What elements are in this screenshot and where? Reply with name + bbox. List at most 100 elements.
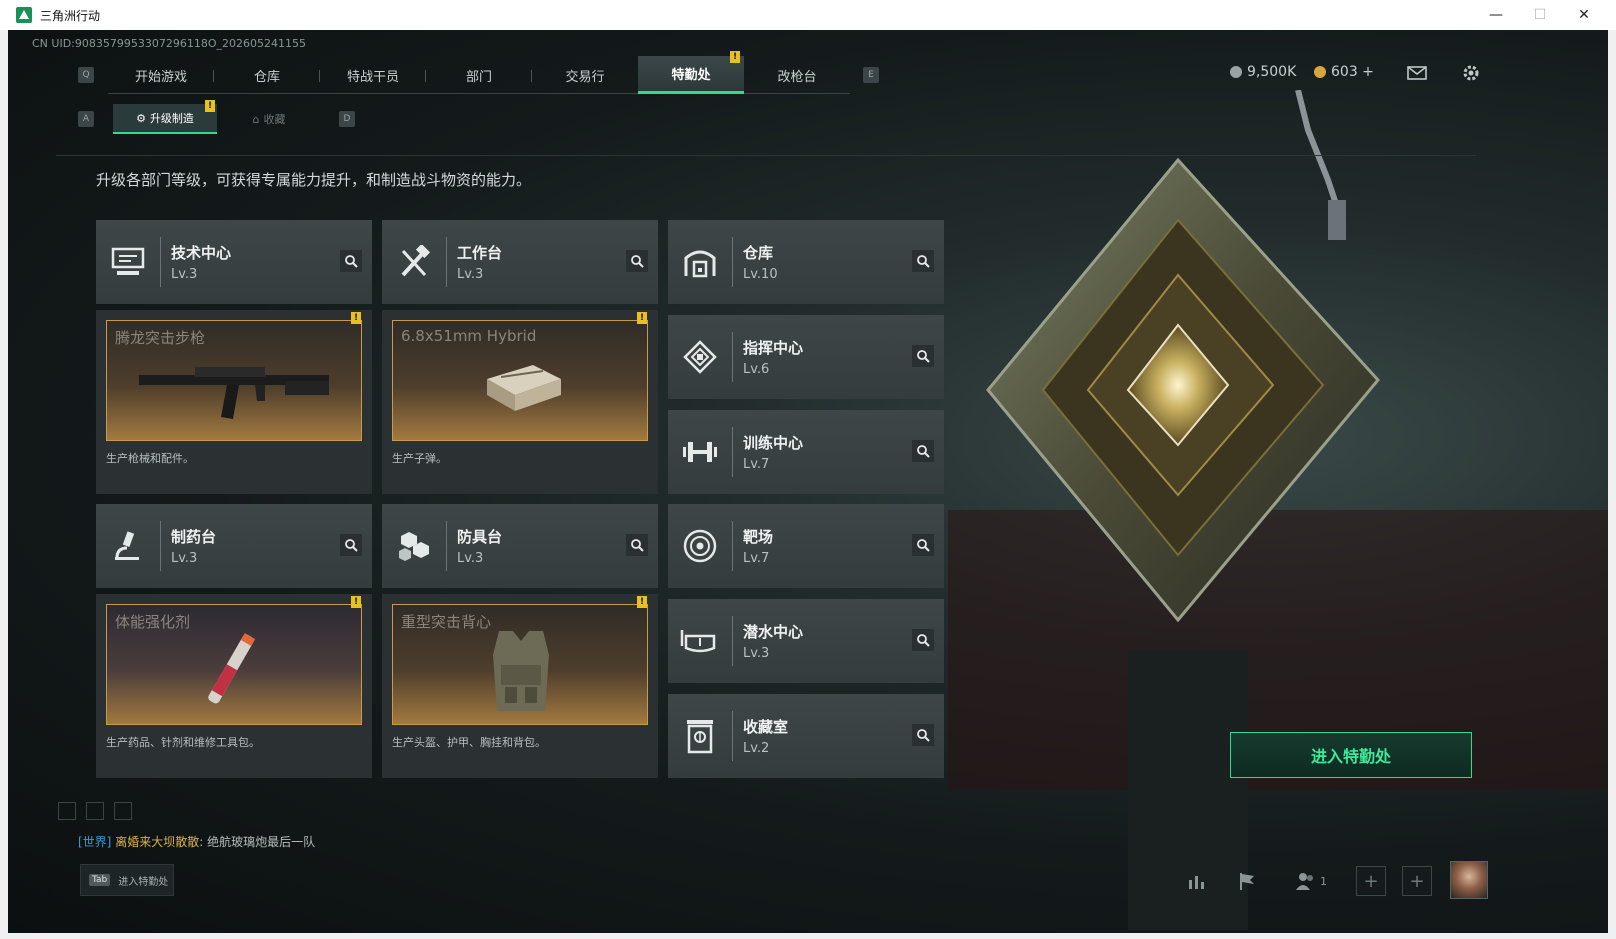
subtab-collection[interactable]: ⌂ 收藏 [217, 104, 321, 134]
quick-slot[interactable] [86, 802, 104, 820]
close-button[interactable]: ✕ [1562, 0, 1606, 30]
tab-trading[interactable]: 交易行 [532, 56, 638, 94]
computer-icon [96, 220, 160, 304]
tab-warehouse[interactable]: 仓库 [214, 56, 320, 94]
team-icon [1296, 873, 1313, 890]
dept-name: 指挥中心 [743, 339, 804, 357]
dept-level: Lv.7 [743, 457, 770, 472]
minimize-button[interactable]: — [1474, 0, 1518, 30]
tab-shortcut-hint[interactable]: Tab 进入特勤处 [80, 864, 174, 896]
magnifier-icon[interactable] [912, 534, 934, 556]
dept-level: Lv.3 [171, 267, 198, 282]
dept-card-command-center[interactable]: 指挥中心 Lv.6 [668, 315, 944, 399]
item-name: 重型突击背心 [401, 613, 492, 631]
maximize-button[interactable]: ☐ [1518, 0, 1562, 30]
subnav-prev-key[interactable]: A [78, 111, 94, 127]
item-slot[interactable]: 重型突击背心 [392, 604, 648, 725]
flag-icon[interactable] [1232, 866, 1262, 896]
item-alert-badge: ! [637, 596, 647, 608]
tab-operators[interactable]: 特战干员 [320, 56, 426, 94]
item-slot[interactable]: 腾龙突击步枪 [106, 320, 362, 441]
special-ops-alert-badge: ! [730, 51, 740, 63]
diving-mask-icon [668, 599, 732, 683]
magnifier-icon[interactable] [912, 440, 934, 462]
gold-currency[interactable]: 603 + [1314, 64, 1374, 80]
tab-special-ops[interactable]: 特勤处 [638, 56, 744, 94]
item-slot[interactable]: 体能强化剂 [106, 604, 362, 725]
production-panel-ammo[interactable]: 6.8x51mm Hybrid ! 生产子弹。 [382, 310, 658, 494]
production-desc: 生产头盔、护甲、胸挂和背包。 [392, 736, 546, 749]
item-slot[interactable]: 6.8x51mm Hybrid [392, 320, 648, 441]
microscope-icon [96, 504, 160, 588]
chat-line[interactable]: [世界] 离婚来大坝散散: 绝航玻璃炮最后一队 [78, 833, 315, 850]
quick-slot[interactable] [114, 802, 132, 820]
nav-next-key[interactable]: E [863, 67, 879, 83]
magnifier-icon[interactable] [912, 345, 934, 367]
dept-card-tech-center[interactable]: 技术中心 Lv.3 [96, 220, 372, 304]
dept-level: Lv.6 [743, 362, 770, 377]
upgrade-alert-badge: ! [205, 100, 215, 112]
dept-name: 制药台 [171, 528, 217, 546]
dept-level: Lv.7 [743, 551, 770, 566]
production-desc: 生产枪械和配件。 [106, 452, 194, 465]
tab-gunsmith[interactable]: 改枪台 [744, 56, 850, 94]
item-name: 腾龙突击步枪 [115, 329, 206, 347]
add-teammate-button[interactable]: + [1402, 866, 1432, 896]
silver-coin-icon [1230, 66, 1242, 78]
production-desc: 生产子弹。 [392, 452, 447, 465]
tab-department[interactable]: 部门 [426, 56, 532, 94]
magnifier-icon[interactable] [626, 534, 648, 556]
add-teammate-button[interactable]: + [1356, 866, 1386, 896]
silver-currency: 9,500K [1230, 64, 1296, 80]
quick-slot[interactable] [58, 802, 76, 820]
magnifier-icon[interactable] [340, 534, 362, 556]
subnav-next-key[interactable]: D [339, 111, 355, 127]
plus-icon: + [1363, 870, 1379, 892]
card-divider [732, 521, 733, 571]
mail-icon[interactable] [1404, 60, 1430, 86]
magnifier-icon[interactable] [626, 250, 648, 272]
settings-gear-icon[interactable] [1458, 60, 1484, 86]
player-avatar[interactable] [1450, 861, 1488, 899]
magnifier-icon[interactable] [912, 629, 934, 651]
chat-user[interactable]: 离婚来大坝散散 [115, 835, 199, 849]
dept-card-diving-center[interactable]: 潜水中心 Lv.3 [668, 599, 944, 683]
production-panel-medicine[interactable]: 体能强化剂 ! 生产药品、针剂和维修工具包。 [96, 594, 372, 778]
stats-chart-icon[interactable] [1182, 866, 1212, 896]
dept-name: 靶场 [743, 528, 774, 546]
sub-navigation: ⚙ 升级制造 ⌂ 收藏 [113, 104, 321, 134]
card-divider [732, 711, 733, 761]
dept-card-shooting-range[interactable]: 靶场 Lv.7 [668, 504, 944, 588]
magnifier-icon[interactable] [340, 250, 362, 272]
dept-level: Lv.3 [457, 551, 484, 566]
magnifier-icon[interactable] [912, 724, 934, 746]
enter-special-ops-button[interactable]: 进入特勤处 [1230, 732, 1472, 778]
nav-prev-key[interactable]: Q [78, 67, 94, 83]
production-panel-weapons[interactable]: 腾龙突击步枪 ! 生产枪械和配件。 [96, 310, 372, 494]
tab-start-game[interactable]: 开始游戏 [108, 56, 214, 94]
dept-card-collection-room[interactable]: 收藏室 Lv.2 [668, 694, 944, 778]
item-alert-badge: ! [351, 596, 361, 608]
team-count: 1 [1320, 874, 1327, 888]
magnifier-icon[interactable] [912, 250, 934, 272]
dept-level: Lv.3 [457, 267, 484, 282]
dept-name: 技术中心 [171, 244, 232, 262]
card-divider [446, 237, 447, 287]
craft-gear-icon: ⚙ [136, 111, 146, 125]
vault-icon [668, 694, 732, 778]
subtab-upgrade-label: 升级制造 [149, 112, 194, 125]
armor-parts-icon [382, 504, 446, 588]
dept-card-pharmacy[interactable]: 制药台 Lv.3 [96, 504, 372, 588]
dept-card-armor-bench[interactable]: 防具台 Lv.3 [382, 504, 658, 588]
dept-card-training-center[interactable]: 训练中心 Lv.7 [668, 410, 944, 494]
window-titlebar: 三角洲行动 — ☐ ✕ [0, 0, 1616, 30]
production-panel-armor[interactable]: 重型突击背心 ! 生产头盔、护甲、胸挂和背包。 [382, 594, 658, 778]
collection-icon: ⌂ [252, 112, 260, 126]
dept-card-warehouse[interactable]: 仓库 Lv.10 [668, 220, 944, 304]
subtab-upgrade-craft[interactable]: ⚙ 升级制造 [113, 104, 217, 134]
dept-level: Lv.10 [743, 267, 778, 282]
dept-card-workbench[interactable]: 工作台 Lv.3 [382, 220, 658, 304]
team-members[interactable]: 1 [1288, 866, 1334, 896]
rifle-icon [139, 367, 329, 419]
subtab-collection-label: 收藏 [263, 113, 286, 126]
